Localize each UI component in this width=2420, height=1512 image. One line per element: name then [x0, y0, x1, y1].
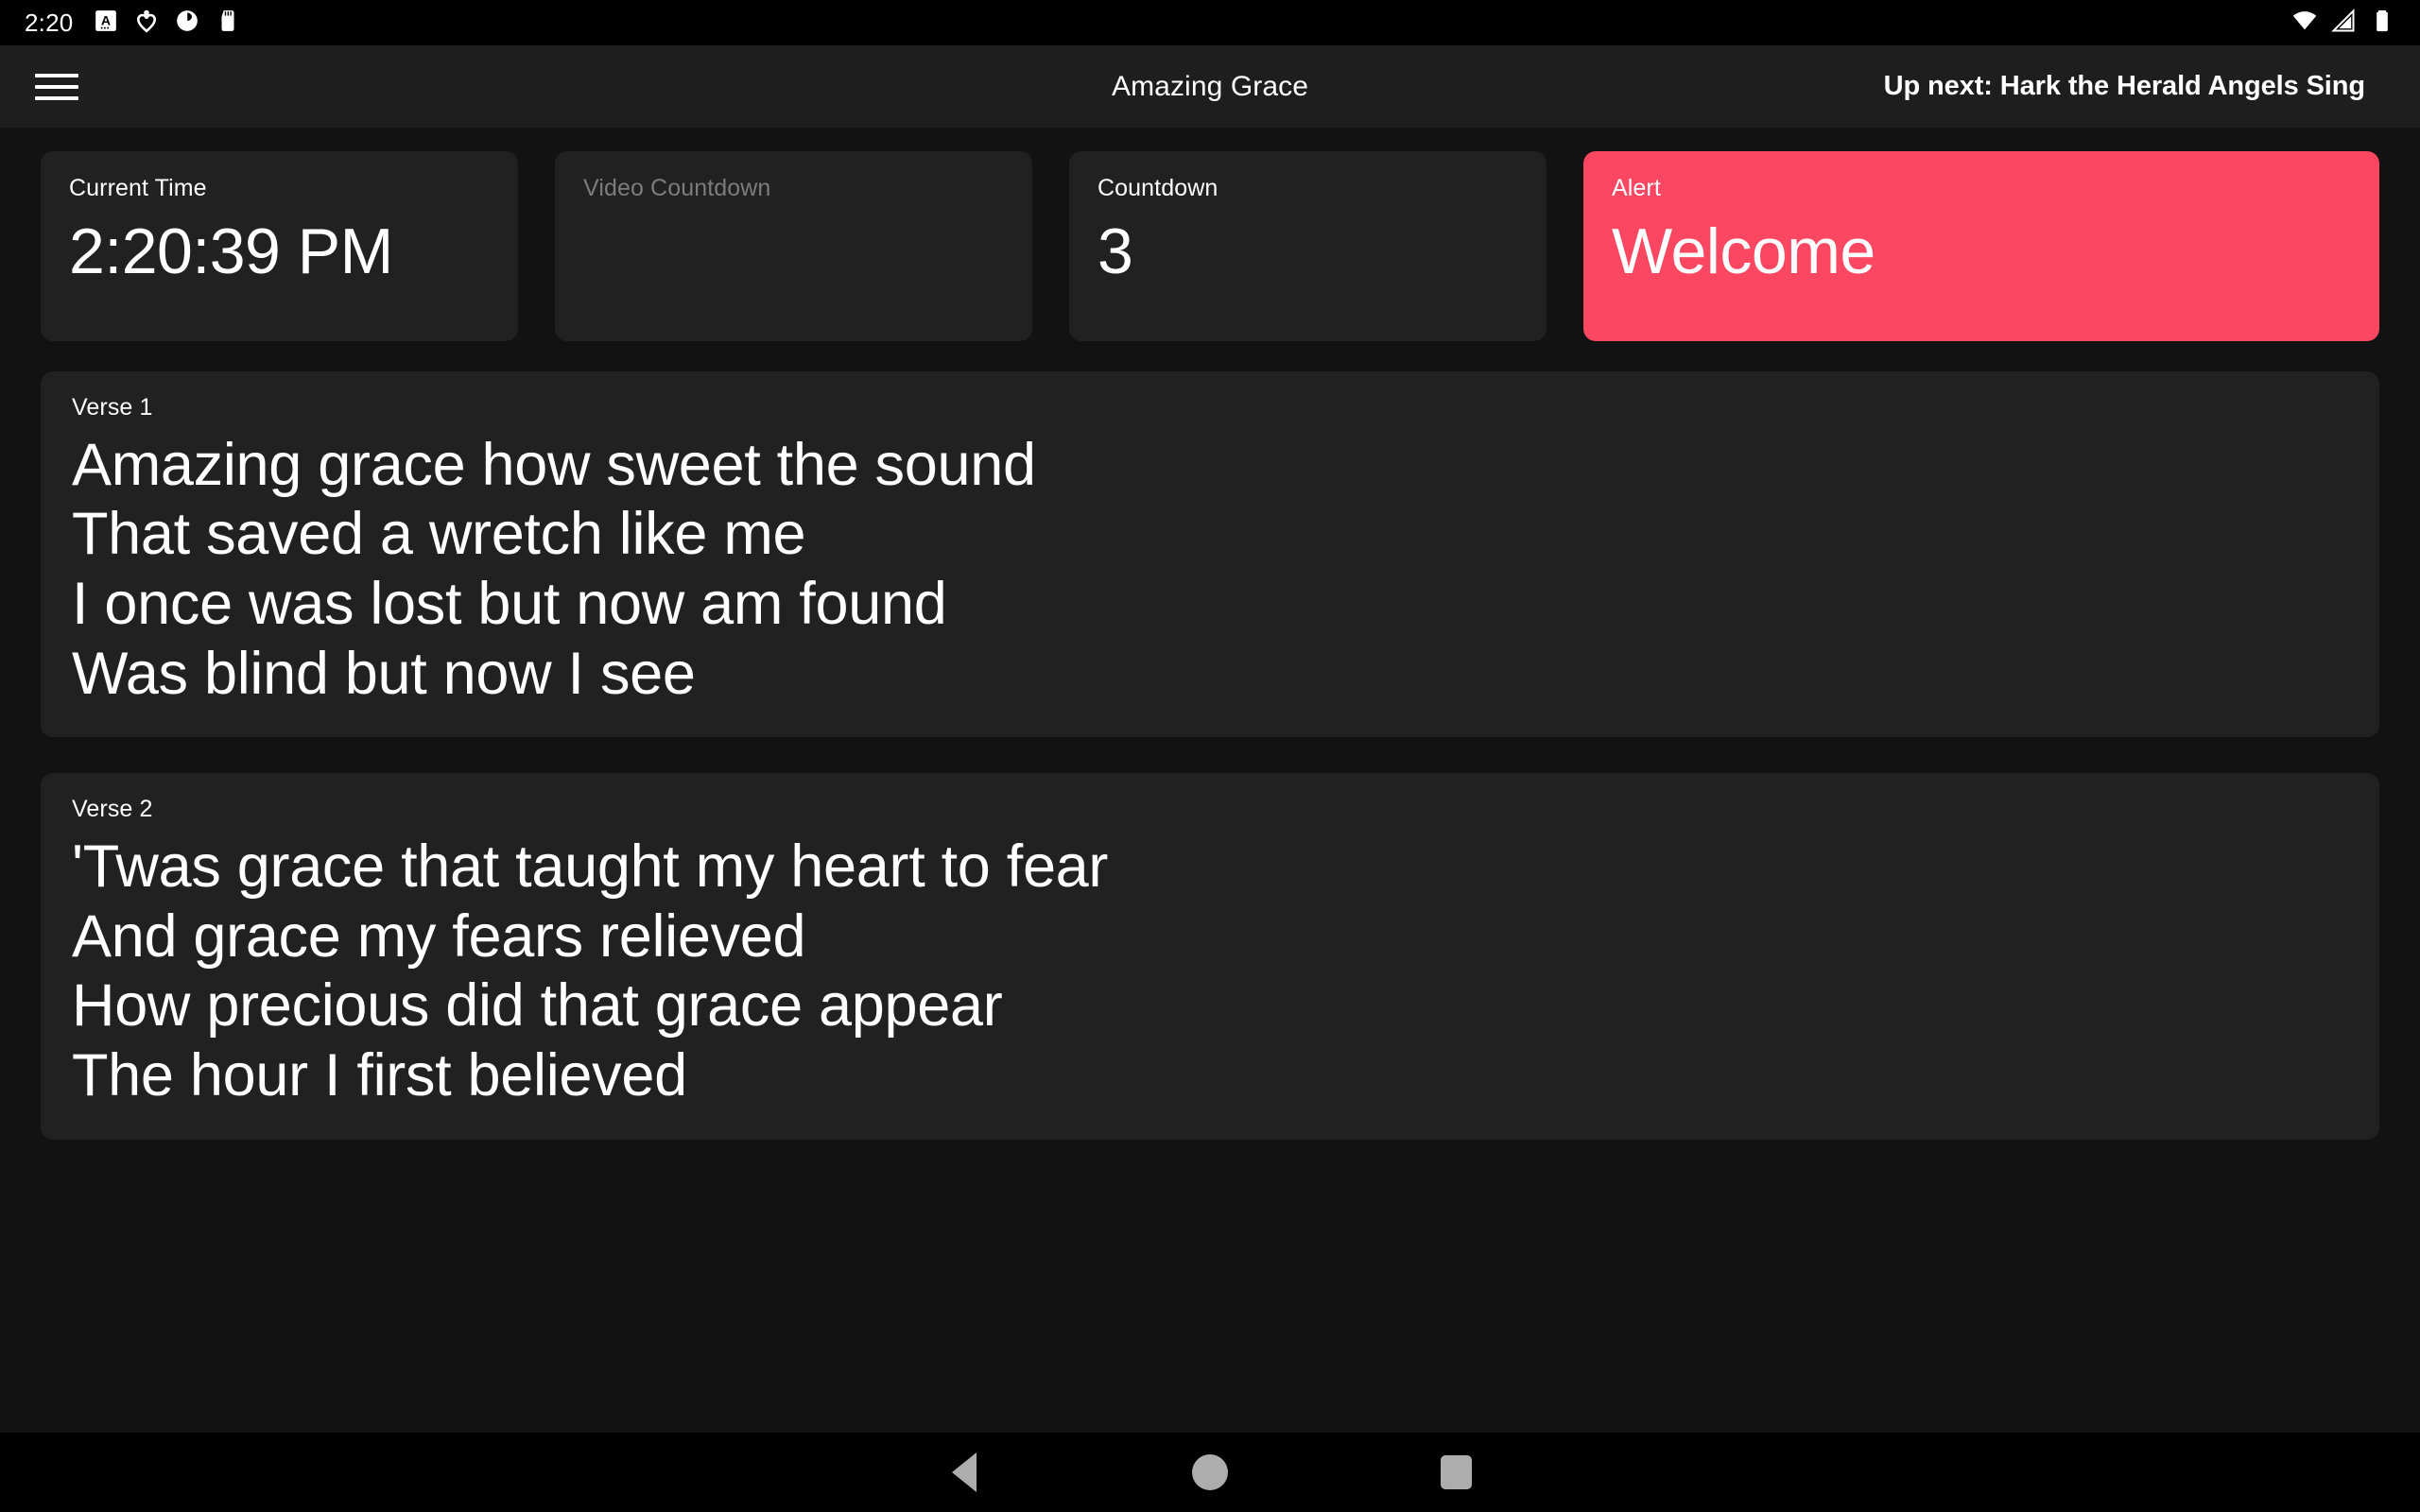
card-countdown-label: Countdown — [1098, 175, 1219, 201]
font-size-icon: A — [94, 9, 118, 38]
verse-line: That saved a wretch like me — [72, 501, 806, 568]
verse-line: I once was lost but now am found — [72, 570, 947, 637]
verse-card[interactable]: Verse 2 'Twas grace that taught my heart… — [41, 773, 2379, 1140]
hamburger-bar-1 — [35, 73, 78, 77]
card-countdown-value: 3 — [1098, 215, 1133, 287]
verse-line: How precious did that grace appear — [72, 972, 1003, 1040]
hamburger-menu-icon[interactable] — [32, 62, 81, 112]
verse-line: The hour I first believed — [72, 1041, 687, 1108]
verse-line: 'Twas grace that taught my heart to fear — [72, 833, 1109, 900]
card-alert[interactable]: Alert Welcome — [1583, 151, 2379, 341]
moon-circle-icon — [175, 9, 199, 38]
home-circle-icon — [1192, 1454, 1228, 1490]
card-video-countdown[interactable]: Video Countdown — [555, 151, 1032, 341]
app-bar: Amazing Grace Up next: Hark the Herald A… — [0, 45, 2420, 128]
card-video-countdown-label: Video Countdown — [583, 175, 771, 201]
nav-home-button[interactable] — [1087, 1433, 1333, 1512]
back-triangle-icon — [952, 1452, 977, 1492]
hamburger-bar-2 — [35, 84, 78, 89]
sd-card-icon — [216, 9, 240, 38]
card-alert-label: Alert — [1612, 175, 1661, 201]
verse-line: Was blind but now I see — [72, 640, 696, 707]
android-status-bar: 2:20 A — [0, 0, 2420, 45]
android-navigation-bar — [0, 1433, 2420, 1512]
status-bar-clock: 2:20 — [25, 9, 74, 37]
card-current-time-label: Current Time — [69, 175, 207, 201]
verse-line: Amazing grace how sweet the sound — [72, 431, 1036, 498]
nav-recents-button[interactable] — [1333, 1433, 1579, 1512]
card-countdown[interactable]: Countdown 3 — [1069, 151, 1547, 341]
hamburger-bar-3 — [35, 95, 78, 100]
verse-list: Verse 1 Amazing grace how sweet the soun… — [0, 341, 2420, 1140]
verse-label: Verse 1 — [72, 394, 153, 421]
battery-icon — [2369, 8, 2395, 39]
nav-back-button[interactable] — [841, 1433, 1087, 1512]
up-next-label[interactable]: Up next: Hark the Herald Angels Sing — [1884, 71, 2388, 102]
verse-label: Verse 2 — [72, 796, 153, 823]
heart-outline-icon — [134, 9, 159, 38]
wifi-icon — [2291, 8, 2318, 39]
card-alert-value: Welcome — [1612, 215, 1876, 287]
app-root: 2:20 A Amazing Grace Up next: Hark the H… — [0, 0, 2420, 1512]
card-current-time[interactable]: Current Time 2:20:39 PM — [41, 151, 518, 341]
svg-text:A: A — [101, 12, 111, 27]
main-content: Current Time 2:20:39 PM Video Countdown … — [0, 128, 2420, 1433]
verse-card[interactable]: Verse 1 Amazing grace how sweet the soun… — [41, 371, 2379, 738]
card-current-time-value: 2:20:39 PM — [69, 215, 393, 287]
status-card-row: Current Time 2:20:39 PM Video Countdown … — [0, 128, 2420, 341]
status-bar-notification-icons: A — [94, 9, 240, 38]
recents-square-icon — [1440, 1455, 1472, 1489]
cellular-signal-icon — [2330, 8, 2357, 39]
verse-line: And grace my fears relieved — [72, 902, 806, 970]
status-bar-system-icons — [2291, 8, 2395, 39]
